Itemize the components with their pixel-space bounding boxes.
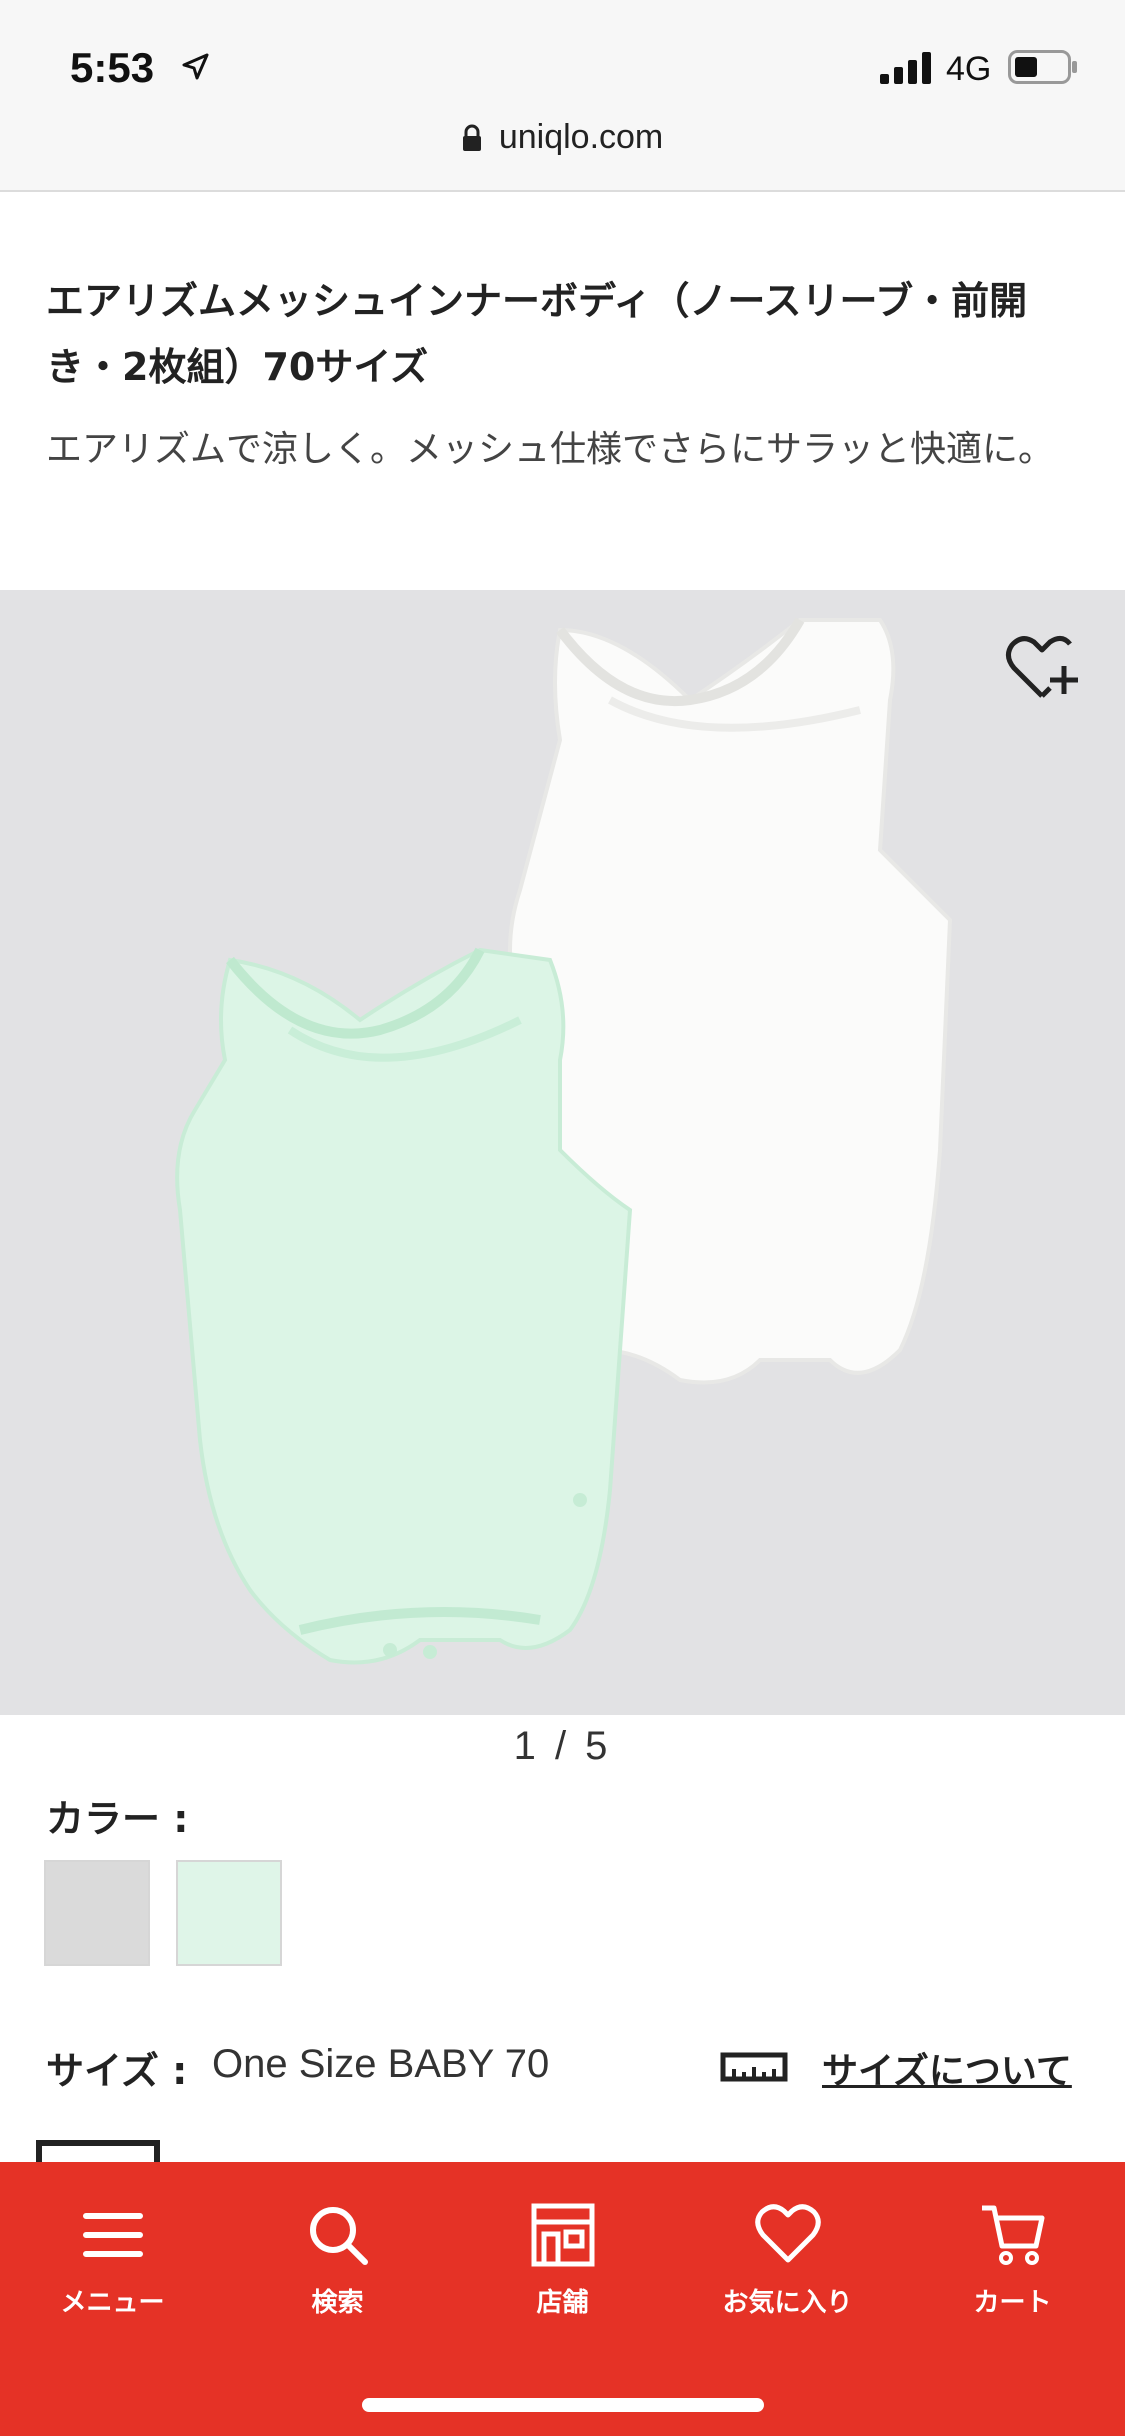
battery-icon (1008, 50, 1077, 84)
nav-search[interactable]: 検索 (225, 2200, 450, 2319)
home-indicator[interactable] (362, 2398, 764, 2412)
nav-menu-label: メニュー (60, 2288, 165, 2318)
nav-favorites-label: お気に入り (722, 2288, 853, 2318)
status-time: 5:53 (70, 44, 155, 91)
size-value: One Size BABY 70 (212, 2042, 550, 2086)
nav-search-label: 検索 (311, 2288, 364, 2318)
nav-menu[interactable]: メニュー (0, 2200, 225, 2319)
product-title: エアリズムメッシュインナーボディ（ノースリーブ・前開き・2枚組）70サイズ (46, 279, 1028, 389)
product-image (175, 617, 953, 1665)
search-icon (309, 2207, 368, 2265)
url-text: uniqlo.com (498, 118, 664, 156)
heart-plus-icon[interactable] (1002, 630, 1082, 710)
nav-cart-label: カート (973, 2288, 1052, 2318)
lock-icon (462, 124, 481, 151)
network-type: 4G (946, 50, 992, 88)
menu-icon (82, 2213, 143, 2257)
nav-store-label: 店舗 (536, 2288, 589, 2318)
store-icon (531, 2203, 594, 2267)
heart-icon (754, 2204, 821, 2263)
nav-favorites[interactable]: お気に入り (675, 2200, 900, 2319)
address-bar[interactable]: uniqlo.com (0, 118, 1125, 157)
image-pager: 1 / 5 (513, 1724, 612, 1768)
signal-bars-icon (880, 52, 931, 84)
browser-top-bar: 5:53 4G uniqlo.com (0, 0, 1125, 192)
bottom-navigation: メニュー 検索 店舗 お気に入り カート (0, 2162, 1125, 2436)
color-label: カラー : (46, 1797, 189, 1841)
size-guide-link[interactable]: サイズについて (822, 2042, 1072, 2094)
color-swatch-mint[interactable] (176, 1860, 282, 1966)
nav-store[interactable]: 店舗 (450, 2200, 675, 2319)
size-row: サイズ : One Size BABY 70 サイズについて (46, 2040, 1086, 2100)
cart-icon (981, 2205, 1044, 2265)
product-image-carousel[interactable] (0, 590, 1125, 1715)
color-swatch-gray[interactable] (44, 1860, 150, 1966)
ruler-icon[interactable] (720, 2050, 788, 2084)
size-label: サイズ : (46, 2049, 188, 2093)
nav-cart[interactable]: カート (900, 2200, 1125, 2319)
location-arrow-icon (182, 53, 209, 80)
product-description: エアリズムで涼しく。メッシュ仕様でさらにサラッと快適に。 (46, 429, 1055, 470)
